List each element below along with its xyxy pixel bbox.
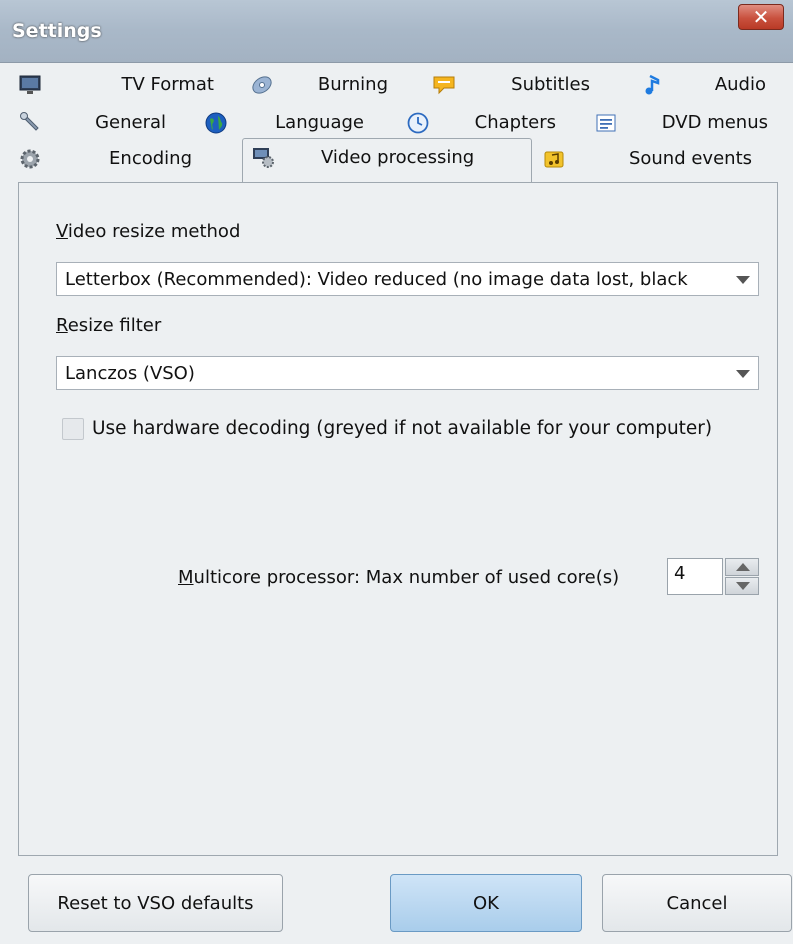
chevron-down-icon: [736, 276, 750, 284]
video-resize-method-label: Video resize method: [56, 221, 240, 242]
settings-window: Settings ✕ TV Format Burning Subtitles A…: [0, 0, 793, 944]
tab-label: Audio: [714, 74, 766, 95]
tab-subtitles[interactable]: Subtitles: [428, 68, 590, 101]
cancel-button[interactable]: Cancel: [602, 874, 792, 932]
label-text: Resize filter: [56, 315, 162, 336]
tab-general[interactable]: General: [18, 106, 166, 139]
label-text: Video resize method: [56, 221, 241, 242]
video-gear-icon: [253, 148, 274, 168]
hardware-decoding-label: Use hardware decoding (greyed if not ava…: [92, 418, 713, 439]
ok-button[interactable]: OK: [390, 874, 582, 932]
multicore-cores-input[interactable]: 4: [667, 558, 723, 595]
tab-burning[interactable]: Burning: [228, 68, 388, 101]
tab-label: General: [95, 112, 166, 133]
tab-label: DVD menus: [661, 112, 768, 133]
tab-chapters[interactable]: Chapters: [406, 106, 556, 139]
spin-up-button[interactable]: [725, 558, 759, 576]
tab-strip: TV Format Burning Subtitles Audio Genera…: [18, 68, 778, 184]
close-button[interactable]: ✕: [738, 4, 784, 30]
tab-encoding[interactable]: Encoding: [18, 142, 192, 175]
tab-tv-format[interactable]: TV Format: [18, 68, 214, 101]
tab-label: Burning: [317, 74, 388, 95]
chevron-down-icon: [736, 370, 750, 378]
hardware-decoding-checkbox[interactable]: [62, 418, 84, 440]
tab-dvd-menus[interactable]: DVD menus: [594, 106, 768, 139]
multicore-label: Multicore processor: Max number of used …: [178, 567, 620, 588]
tab-language[interactable]: Language: [204, 106, 364, 139]
resize-filter-label: Resize filter: [56, 315, 161, 336]
resize-filter-select[interactable]: Lanczos (VSO): [56, 356, 759, 390]
tab-label: Subtitles: [511, 74, 590, 95]
tab-label: Language: [275, 112, 364, 133]
tab-label: Video processing: [321, 147, 475, 168]
spin-down-button[interactable]: [725, 577, 759, 595]
tab-audio[interactable]: Audio: [632, 68, 766, 101]
tab-label: Encoding: [109, 148, 192, 169]
tab-video-processing[interactable]: Video processing: [242, 138, 532, 182]
close-icon: ✕: [752, 5, 770, 29]
select-value: Letterbox (Recommended): Video reduced (…: [65, 269, 688, 290]
reset-defaults-button[interactable]: Reset to VSO defaults: [28, 874, 283, 932]
select-value: Lanczos (VSO): [65, 363, 195, 384]
video-resize-method-select[interactable]: Letterbox (Recommended): Video reduced (…: [56, 262, 759, 296]
title-bar: Settings ✕: [0, 0, 793, 63]
tab-label: TV Format: [121, 74, 214, 95]
window-title: Settings: [12, 20, 102, 42]
tab-label: Chapters: [474, 112, 556, 133]
